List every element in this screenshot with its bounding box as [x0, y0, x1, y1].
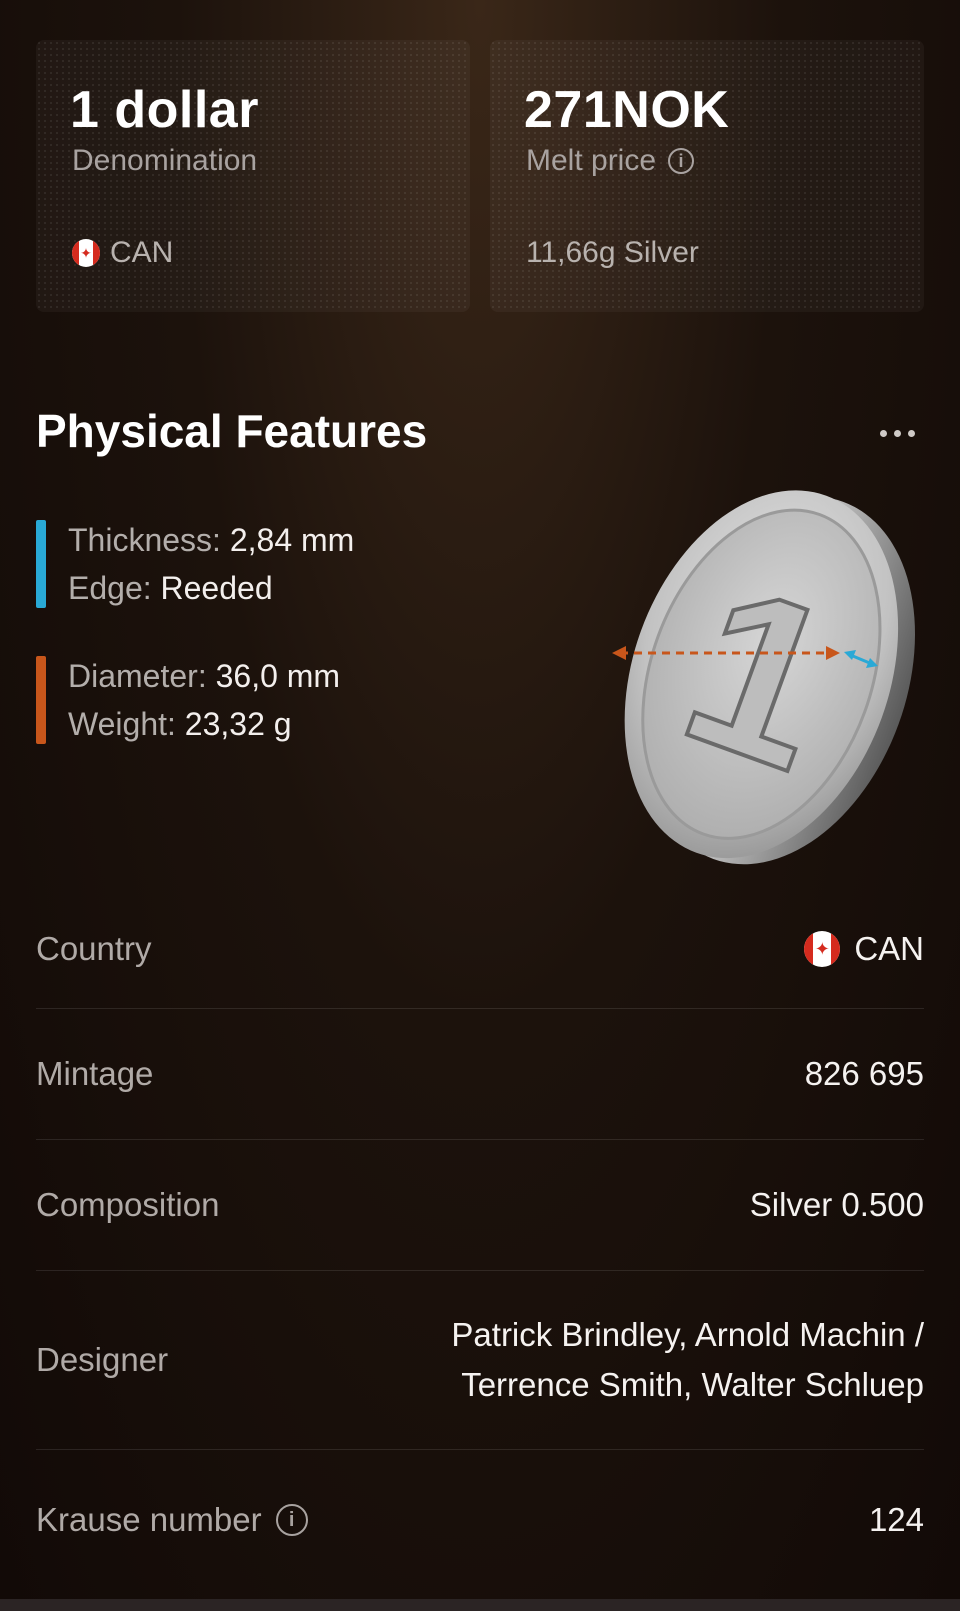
detail-value: Silver 0.500: [749, 1186, 924, 1223]
feature-weight: Weight: 23,32 g: [68, 706, 292, 742]
coin-illustration: 1: [600, 478, 920, 878]
detail-label: Country: [36, 930, 152, 967]
detail-row-country: Country ✦ CAN: [36, 890, 924, 1009]
melt-price-title: 271NOK: [524, 81, 730, 139]
detail-value: 826 695: [804, 1055, 924, 1092]
detail-row-krause: Krause number i 124: [36, 1450, 924, 1590]
info-icon[interactable]: i: [275, 1504, 308, 1536]
detail-label: Krause number i: [36, 1501, 308, 1539]
info-icon[interactable]: i: [668, 148, 695, 174]
denomination-title: 1 dollar: [70, 81, 259, 139]
detail-label: Mintage: [36, 1055, 154, 1092]
bottom-bar: [0, 1599, 960, 1611]
section-title: Physical Features: [36, 405, 428, 457]
detail-row-mintage: Mintage 826 695: [36, 1009, 924, 1140]
detail-label: Designer: [36, 1341, 169, 1378]
feature-color-bar: [36, 520, 46, 608]
details-list: Country ✦ CAN Mintage 826 695 Compositio…: [36, 890, 924, 1590]
detail-label: Composition: [36, 1186, 220, 1223]
canada-flag-icon: ✦: [804, 931, 841, 967]
melt-price-label: Melt price i: [526, 144, 695, 178]
melt-price-card[interactable]: 271NOK Melt price i 11,66g Silver: [490, 40, 924, 312]
feature-group-diameter: Diameter: 36,0 mm Weight: 23,32 g: [36, 652, 340, 748]
more-icon[interactable]: [880, 430, 920, 440]
detail-value: Patrick Brindley, Arnold Machin / Terren…: [451, 1316, 924, 1403]
denomination-card[interactable]: 1 dollar Denomination ✦ CAN: [36, 40, 470, 312]
detail-value: 124: [868, 1501, 924, 1538]
denomination-country: ✦ CAN: [72, 236, 173, 270]
melt-price-note: 11,66g Silver: [526, 236, 699, 269]
feature-color-bar: [36, 656, 46, 744]
feature-diameter: Diameter: 36,0 mm: [68, 658, 341, 694]
detail-row-designer: Designer Patrick Brindley, Arnold Machin…: [36, 1271, 924, 1450]
denomination-label: Denomination: [72, 144, 258, 177]
feature-edge: Edge: Reeded: [68, 570, 273, 606]
summary-cards: 1 dollar Denomination ✦ CAN 271NOK Melt …: [36, 40, 924, 312]
detail-row-composition: Composition Silver 0.500: [36, 1140, 924, 1271]
feature-thickness: Thickness: 2,84 mm: [68, 522, 355, 558]
feature-group-thickness: Thickness: 2,84 mm Edge: Reeded: [36, 516, 354, 612]
canada-flag-icon: ✦: [72, 239, 100, 267]
detail-value: ✦ CAN: [804, 924, 924, 974]
